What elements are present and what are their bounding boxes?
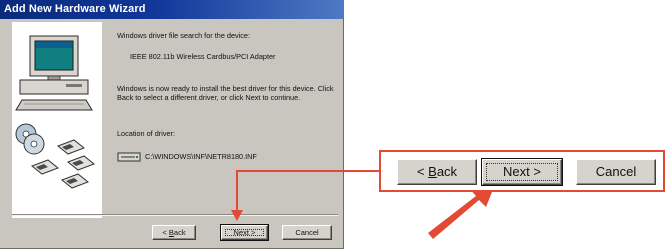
zoom-back-prefix: < [416,164,429,179]
zoom-cancel-button-label: Cancel [595,164,637,179]
connector-line [236,170,379,212]
zoom-back-mnemonic: B [428,164,437,179]
zoom-back-label-rest: ack [436,164,458,179]
arrow-icon [231,210,243,221]
zoom-back-button[interactable]: < Back [397,159,477,185]
zoom-callout: < Back Next > Cancel [379,150,665,192]
zoom-cancel-button[interactable]: Cancel [576,159,656,185]
zoom-next-button[interactable]: Next > [481,158,563,186]
annotation-overlay [231,170,496,239]
